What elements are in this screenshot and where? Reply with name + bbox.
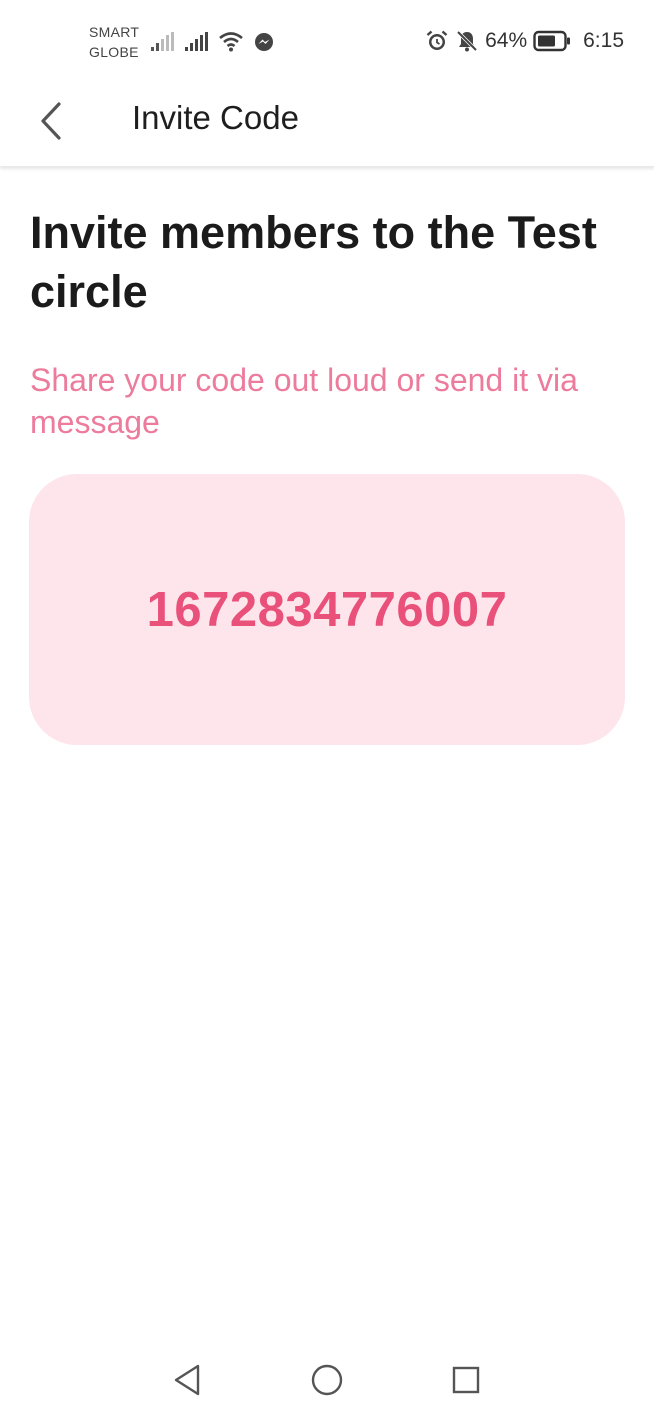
alarm-icon (426, 30, 448, 50)
back-button[interactable] (26, 96, 76, 146)
system-navigation-bar (0, 1340, 654, 1417)
app-bar: Invite Code (0, 80, 654, 167)
battery-icon (533, 30, 571, 52)
bell-off-icon (456, 30, 478, 52)
home-circle-icon (311, 1364, 343, 1396)
page-title: Invite Code (132, 99, 299, 136)
clock-time: 6:15 (583, 29, 624, 52)
chevron-left-icon (41, 102, 61, 140)
signal-icon (185, 32, 208, 51)
status-icons-left (150, 28, 274, 52)
carrier-name: SMART GLOBE (89, 22, 139, 62)
nav-home-button[interactable] (309, 1362, 345, 1398)
carrier-line-1: SMART (89, 24, 140, 40)
nav-recents-button[interactable] (448, 1362, 484, 1398)
status-icons-right: 64% 6:15 (425, 26, 624, 56)
invite-code-card[interactable]: 1672834776007 (29, 474, 625, 745)
signal-icon (151, 32, 174, 51)
invite-subtitle: Share your code out loud or send it via … (30, 362, 578, 440)
battery-percent: 64% (485, 29, 528, 52)
carrier-line-2: GLOBE (89, 44, 139, 60)
invite-headline: Invite members to the Test circle (30, 207, 597, 317)
status-bar: SMART GLOBE 64% 6:15 (0, 0, 654, 80)
nav-back-button[interactable] (169, 1362, 205, 1398)
wifi-icon (219, 32, 243, 52)
back-triangle-icon (174, 1364, 200, 1396)
recents-square-icon (452, 1366, 480, 1394)
messenger-icon (255, 33, 273, 51)
invite-code-value[interactable]: 1672834776007 (147, 582, 508, 638)
